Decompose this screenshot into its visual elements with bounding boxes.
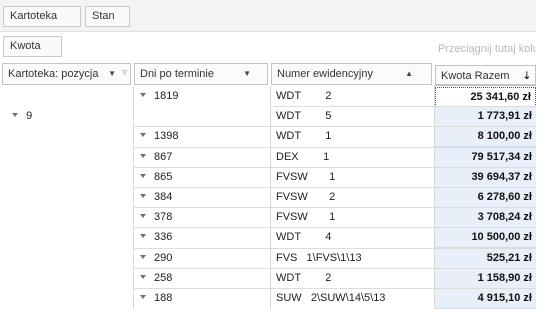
header-numer-ewidencyjny[interactable]: Numer ewidencyjny ▲ — [271, 63, 432, 85]
filter-funnel-icon[interactable]: ▿ — [122, 64, 127, 82]
kwota-cell[interactable]: 3 708,24 zł — [435, 208, 536, 228]
dni-cell[interactable]: 867 — [140, 148, 172, 167]
dni-cell[interactable]: 290 — [140, 249, 172, 268]
data-field-kwota[interactable]: Kwota — [3, 36, 62, 57]
collapse-icon[interactable] — [140, 174, 146, 179]
kwota-cell[interactable]: 8 100,00 zł — [435, 127, 536, 147]
collapse-icon[interactable] — [140, 133, 146, 138]
dni-cell[interactable]: 378 — [140, 208, 172, 227]
sort-up-icon: ▲ — [405, 69, 413, 78]
numer-cell[interactable]: FVSW 2 — [276, 188, 335, 207]
row-divider — [134, 288, 536, 289]
collapse-icon[interactable] — [140, 214, 146, 219]
dni-cell[interactable]: 336 — [140, 228, 172, 247]
numer-cell[interactable]: WDT 5 — [276, 107, 331, 126]
group-kartoteka-value: 9 — [26, 110, 33, 122]
kwota-cell[interactable]: 525,21 zł — [435, 249, 536, 269]
column-drop-hint: Przeciągnij tutaj kolumny — [438, 43, 536, 55]
kwota-cell[interactable]: 1 158,90 zł — [435, 269, 536, 289]
dni-value: 336 — [154, 231, 173, 243]
collapse-icon[interactable] — [140, 275, 146, 280]
column-divider — [133, 86, 134, 309]
collapse-icon[interactable] — [140, 234, 146, 239]
row-divider — [134, 248, 536, 249]
header-kwota-razem[interactable]: Kwota Razem ⇣ — [435, 65, 536, 86]
filter-field-kartoteka[interactable]: Kartoteka — [3, 6, 81, 27]
numer-cell[interactable]: WDT 1 — [276, 127, 331, 146]
header-dni-po-terminie[interactable]: Dni po terminie ▼ — [134, 63, 268, 85]
dni-value: 384 — [154, 191, 173, 203]
dni-cell[interactable]: 1819 — [140, 87, 178, 106]
dni-cell[interactable]: 1398 — [140, 127, 178, 146]
collapse-icon[interactable] — [12, 113, 19, 118]
dni-cell[interactable]: 384 — [140, 188, 172, 207]
header-numer-label: Numer ewidencyjny — [277, 68, 373, 80]
dni-cell[interactable]: 188 — [140, 289, 172, 308]
numer-cell[interactable]: FVSW 1 — [276, 168, 335, 187]
collapse-icon[interactable] — [140, 295, 146, 300]
numer-cell[interactable]: DEX 1 — [276, 148, 329, 167]
sort-down-icon: ▼ — [243, 69, 251, 78]
row-divider — [134, 268, 536, 269]
kwota-cell[interactable]: 6 278,60 zł — [435, 188, 536, 208]
header-dni-label: Dni po terminie — [140, 68, 214, 80]
filter-field-stan[interactable]: Stan — [85, 6, 130, 27]
dni-value: 1398 — [154, 130, 179, 142]
collapse-icon[interactable] — [140, 255, 146, 260]
group-kartoteka-9[interactable]: 9 — [6, 88, 32, 122]
numer-cell[interactable]: FVS 1\FVS\1\13 — [276, 249, 362, 268]
header-kwota-label: Kwota Razem — [441, 70, 510, 82]
kwota-cell[interactable]: 10 500,00 zł — [435, 228, 536, 248]
row-divider — [134, 167, 536, 168]
dni-value: 188 — [154, 292, 173, 304]
row-divider — [134, 147, 536, 148]
kwota-cell[interactable]: 79 517,34 zł — [435, 148, 536, 168]
sort-summary-icon: ⇣ — [522, 71, 531, 82]
dni-value: 290 — [154, 252, 173, 264]
dni-value: 378 — [154, 211, 173, 223]
dni-value: 865 — [154, 171, 173, 183]
kwota-cell[interactable]: 4 915,10 zł — [435, 289, 536, 309]
dni-value: 1819 — [154, 90, 179, 102]
kwota-cell[interactable]: 25 341,60 zł — [435, 87, 536, 107]
dni-cell[interactable]: 258 — [140, 269, 172, 288]
kwota-cell[interactable]: 39 694,37 zł — [435, 168, 536, 188]
collapse-icon[interactable] — [140, 93, 146, 98]
row-divider — [134, 126, 536, 127]
dni-value: 867 — [154, 151, 173, 163]
sort-down-icon: ▼ — [108, 69, 116, 78]
numer-cell[interactable]: SUW 2\SUW\14\5\13 — [276, 289, 385, 308]
row-divider — [134, 187, 536, 188]
header-kartoteka-pozycja[interactable]: Kartoteka: pozycja ▼ ▿ — [2, 63, 131, 85]
collapse-icon[interactable] — [140, 154, 146, 159]
row-divider — [134, 227, 536, 228]
row-divider — [134, 207, 536, 208]
header-kartoteka-label: Kartoteka: pozycja — [8, 68, 99, 80]
dni-cell[interactable]: 865 — [140, 168, 172, 187]
numer-cell[interactable]: WDT 2 — [276, 87, 331, 106]
kwota-cell[interactable]: 1 773,91 zł — [435, 107, 536, 127]
numer-cell[interactable]: FVSW 1 — [276, 208, 335, 227]
dni-value: 258 — [154, 272, 173, 284]
numer-cell[interactable]: WDT 4 — [276, 228, 331, 247]
numer-cell[interactable]: WDT 2 — [276, 269, 331, 288]
row-divider — [270, 106, 536, 107]
column-divider — [270, 86, 271, 309]
collapse-icon[interactable] — [140, 194, 146, 199]
